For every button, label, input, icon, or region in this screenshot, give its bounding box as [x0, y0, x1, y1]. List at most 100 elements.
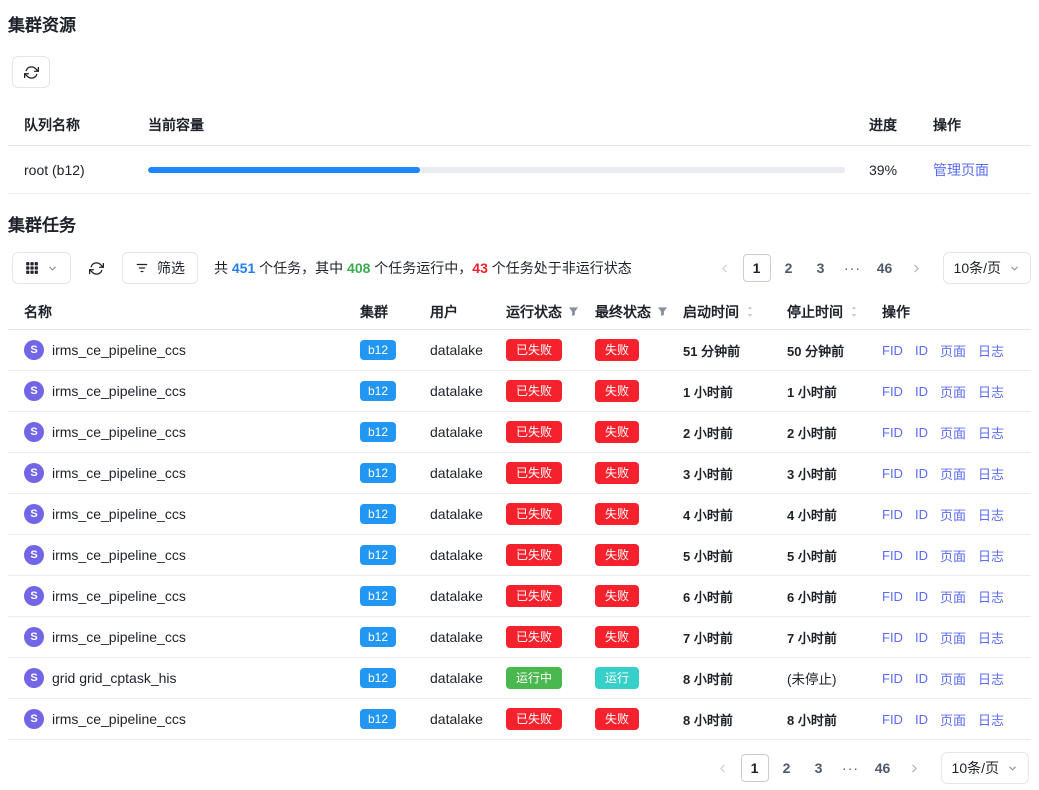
log-link[interactable]: 日志	[978, 669, 1004, 688]
start-time: 7 小时前	[683, 628, 787, 647]
progress-fill	[148, 167, 420, 173]
fid-link[interactable]: FID	[882, 466, 903, 481]
next-page-button[interactable]	[901, 754, 929, 782]
log-link[interactable]: 日志	[978, 710, 1004, 729]
page-size-select[interactable]: 10条/页	[943, 252, 1031, 284]
start-time: 5 小时前	[683, 546, 787, 565]
page-button-2[interactable]: 2	[773, 754, 801, 782]
task-type-avatar: S	[24, 463, 44, 483]
id-link[interactable]: ID	[915, 712, 928, 727]
fid-link[interactable]: FID	[882, 589, 903, 604]
page-link[interactable]: 页面	[940, 341, 966, 360]
id-link[interactable]: ID	[915, 466, 928, 481]
page-link[interactable]: 页面	[940, 423, 966, 442]
tasks-table: 名称 集群 用户 运行状态 最终状态 启动时间 停止时间 操作 S	[8, 294, 1031, 740]
chevron-down-icon	[1009, 263, 1020, 274]
start-time-sort-icon[interactable]	[745, 305, 755, 318]
final-status-filter-icon[interactable]	[657, 306, 668, 317]
page-button-1[interactable]: 1	[743, 254, 771, 282]
task-user: datalake	[430, 629, 506, 645]
queue-name-header: 队列名称	[24, 115, 148, 135]
resources-actions-header: 操作	[933, 115, 1025, 135]
id-link[interactable]: ID	[915, 507, 928, 522]
page-button-1[interactable]: 1	[741, 754, 769, 782]
page-button-46[interactable]: 46	[871, 254, 899, 282]
page-button-2[interactable]: 2	[775, 254, 803, 282]
task-name: irms_ce_pipeline_ccs	[52, 383, 186, 399]
manage-page-link[interactable]: 管理页面	[933, 162, 989, 178]
page-link[interactable]: 页面	[940, 505, 966, 524]
fid-link[interactable]: FID	[882, 630, 903, 645]
stop-time-sort-icon[interactable]	[849, 305, 859, 318]
fid-link[interactable]: FID	[882, 425, 903, 440]
fid-link[interactable]: FID	[882, 671, 903, 686]
start-time: 6 小时前	[683, 587, 787, 606]
fid-link[interactable]: FID	[882, 507, 903, 522]
grid-icon	[25, 261, 39, 275]
log-link[interactable]: 日志	[978, 546, 1004, 565]
resources-section-title: 集群资源	[8, 14, 1031, 38]
cluster-badge: b12	[360, 545, 396, 565]
refresh-icon	[24, 65, 39, 80]
fid-link[interactable]: FID	[882, 384, 903, 399]
task-user: datalake	[430, 424, 506, 440]
log-link[interactable]: 日志	[978, 341, 1004, 360]
id-link[interactable]: ID	[915, 548, 928, 563]
cluster-badge: b12	[360, 463, 396, 483]
log-link[interactable]: 日志	[978, 423, 1004, 442]
run-status-filter-icon[interactable]	[568, 306, 579, 317]
page-ellipsis[interactable]: ···	[837, 754, 865, 782]
log-link[interactable]: 日志	[978, 628, 1004, 647]
id-link[interactable]: ID	[915, 425, 928, 440]
page-link[interactable]: 页面	[940, 628, 966, 647]
page-button-46[interactable]: 46	[869, 754, 897, 782]
chevron-right-icon	[910, 262, 923, 275]
chevron-left-icon	[716, 762, 729, 775]
page-size-select[interactable]: 10条/页	[941, 752, 1029, 784]
log-link[interactable]: 日志	[978, 382, 1004, 401]
fid-link[interactable]: FID	[882, 343, 903, 358]
column-settings-button[interactable]	[12, 252, 71, 284]
id-link[interactable]: ID	[915, 630, 928, 645]
progress-header: 进度	[869, 115, 933, 135]
task-type-avatar: S	[24, 709, 44, 729]
chevron-right-icon	[908, 762, 921, 775]
page-link[interactable]: 页面	[940, 546, 966, 565]
next-page-button[interactable]	[903, 254, 931, 282]
progress-percent: 39%	[869, 162, 933, 178]
tasks-refresh-button[interactable]	[89, 261, 104, 276]
page-ellipsis[interactable]: ···	[839, 254, 867, 282]
log-link[interactable]: 日志	[978, 505, 1004, 524]
user-header: 用户	[430, 302, 458, 322]
prev-page-button[interactable]	[711, 254, 739, 282]
resources-refresh-button[interactable]	[12, 56, 50, 88]
page-link[interactable]: 页面	[940, 382, 966, 401]
page-link[interactable]: 页面	[940, 587, 966, 606]
page-link[interactable]: 页面	[940, 669, 966, 688]
page-button-3[interactable]: 3	[807, 254, 835, 282]
filter-button[interactable]: 筛选	[122, 252, 198, 284]
chevron-down-icon	[47, 263, 58, 274]
resources-table-header: 队列名称 当前容量 进度 操作	[8, 104, 1031, 146]
id-link[interactable]: ID	[915, 384, 928, 399]
id-link[interactable]: ID	[915, 671, 928, 686]
fid-link[interactable]: FID	[882, 548, 903, 563]
log-link[interactable]: 日志	[978, 587, 1004, 606]
id-link[interactable]: ID	[915, 343, 928, 358]
stop-time: 4 小时前	[787, 505, 882, 524]
summary-text: 个任务处于非运行状态	[488, 260, 632, 276]
prev-page-button[interactable]	[709, 754, 737, 782]
run-status-badge: 运行中	[506, 667, 562, 689]
id-link[interactable]: ID	[915, 589, 928, 604]
run-status-badge: 已失败	[506, 380, 562, 402]
task-user: datalake	[430, 465, 506, 481]
page-link[interactable]: 页面	[940, 710, 966, 729]
page-link[interactable]: 页面	[940, 464, 966, 483]
pagination: 1 2 3 ··· 46 10条/页	[711, 252, 1031, 284]
page-button-3[interactable]: 3	[805, 754, 833, 782]
pagination: 1 2 3 ··· 46 10条/页	[709, 752, 1029, 784]
fid-link[interactable]: FID	[882, 712, 903, 727]
task-type-avatar: S	[24, 627, 44, 647]
cluster-badge: b12	[360, 340, 396, 360]
log-link[interactable]: 日志	[978, 464, 1004, 483]
